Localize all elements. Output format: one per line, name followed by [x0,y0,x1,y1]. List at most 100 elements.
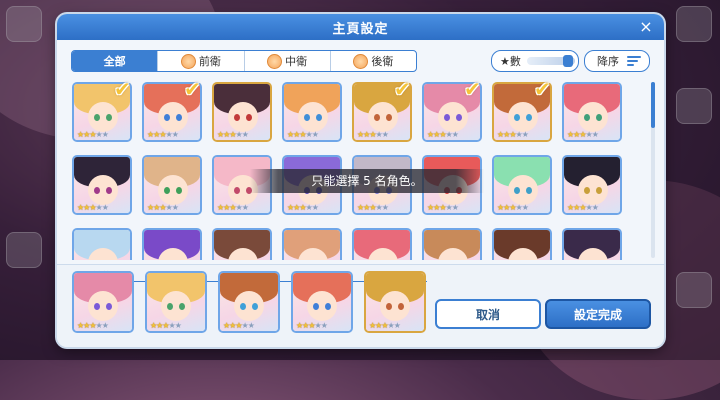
tab-back[interactable]: 後衛 [329,51,416,71]
character-card[interactable]: ★★★★★ [72,228,132,260]
portrait-face [161,291,191,321]
star-rating: ★★★★★ [369,321,401,330]
portrait-face [234,291,264,321]
portrait-face [88,291,118,321]
dialog-title: 主頁設定 [332,22,389,37]
sort-order-button[interactable]: 降序 [584,50,650,72]
selected-check-icon: ✔ [464,80,481,101]
star-rating: ★★★★★ [223,321,255,330]
portrait-face [508,175,538,205]
portrait-face [88,175,118,205]
portrait-face [307,291,337,321]
star-rating: ★★★★★ [567,130,599,139]
portrait-eye [386,114,392,121]
portrait-eye [234,187,240,194]
star-rating: ★★★★★ [427,130,459,139]
portrait-eye [164,114,170,121]
portrait-face [380,291,410,321]
portrait-face [438,102,468,132]
character-card[interactable]: ★★★★★ [282,82,342,142]
star-rating: ★★★★★ [287,130,319,139]
portrait-face [578,102,608,132]
tab-label: 全部 [103,55,126,68]
character-card[interactable]: ★★★★★ [422,228,482,260]
character-card[interactable]: ★★★★★ [142,155,202,215]
selection-limit-toast: 只能選擇 5 名角色。 [250,169,484,193]
tab-front[interactable]: 前衛 [157,51,243,71]
character-card[interactable]: ★★★★★ [212,82,272,142]
tab-middle[interactable]: 中衛 [243,51,330,71]
tab-label: 前衛 [198,55,221,68]
selected-check-icon: ✔ [394,80,411,101]
portrait-eye [167,303,173,310]
character-card[interactable]: ★★★★★ [282,228,342,260]
portrait-eye [456,114,462,121]
portrait-face [88,102,118,132]
cancel-button[interactable]: 取消 [435,299,541,329]
position-middle-icon [267,53,283,69]
close-button[interactable]: × [636,17,656,37]
roster-scrollbar[interactable] [651,82,655,258]
star-rating: ★★★★★ [357,130,389,139]
portrait-eye [398,303,404,310]
character-card[interactable]: ★★★★★ [72,271,134,333]
portrait-eye [596,114,602,121]
portrait-eye [514,114,520,121]
character-card[interactable]: ★★★★★ [562,228,622,260]
portrait-eye [179,303,185,310]
character-card[interactable]: ★★★★★ [562,82,622,142]
portrait-eye [313,303,319,310]
portrait-eye [246,114,252,121]
star-rating: ★★★★★ [287,203,319,212]
portrait-face [578,175,608,205]
character-card[interactable]: ★★★★★ [562,155,622,215]
star-rating: ★★★★★ [77,130,109,139]
portrait-face [158,102,188,132]
star-rating: ★★★★★ [217,203,249,212]
portrait-eye [252,303,258,310]
portrait-eye [316,114,322,121]
portrait-eye [444,114,450,121]
selected-check-icon: ✔ [114,80,131,101]
sort-label: ★數 [500,55,521,68]
star-rating: ★★★★★ [497,203,529,212]
portrait-face [228,102,258,132]
portrait-eye [94,114,100,121]
sort-order-icon [627,56,641,66]
character-card[interactable]: ★★★★★ [492,228,552,260]
portrait-eye [234,114,240,121]
portrait-eye [386,303,392,310]
character-card[interactable]: ★★★★★ [218,271,280,333]
position-back-icon [353,53,369,69]
character-card[interactable]: ★★★★★ [145,271,207,333]
character-card[interactable]: ★★★★★ [142,228,202,260]
character-card[interactable]: ★★★★★ [364,271,426,333]
portrait-eye [584,114,590,121]
sort-toggle-icon [526,55,575,67]
portrait-eye [176,114,182,121]
star-rating: ★★★★★ [357,203,389,212]
character-card[interactable]: ★★★★★ [72,155,132,215]
portrait-eye [94,303,100,310]
portrait-face [158,175,188,205]
character-card[interactable]: ★★★★★ [352,228,412,260]
star-rating: ★★★★★ [567,203,599,212]
portrait-eye [596,187,602,194]
character-card[interactable]: ★★★★★ [212,228,272,260]
selected-check-icon: ✔ [184,80,201,101]
portrait-eye [374,114,380,121]
tab-all[interactable]: 全部 [72,51,158,71]
portrait-eye [106,187,112,194]
star-rating: ★★★★★ [150,321,182,330]
portrait-eye [106,114,112,121]
home-settings-dialog: 主頁設定 × 全部 前衛 中衛 後衛 ★數 降序 ★★★★★ ✔ ★★★★★ ✔ ★★★… [57,14,664,347]
character-card[interactable]: ★★★★★ [291,271,353,333]
tab-label: 後衛 [371,55,394,68]
confirm-settings-button[interactable]: 設定完成 [545,299,651,329]
star-rating: ★★★★★ [296,321,328,330]
portrait-eye [176,187,182,194]
star-rating: ★★★★★ [217,130,249,139]
portrait-face [508,102,538,132]
character-card[interactable]: ★★★★★ [492,155,552,215]
sort-by-stars-button[interactable]: ★數 [491,50,579,72]
